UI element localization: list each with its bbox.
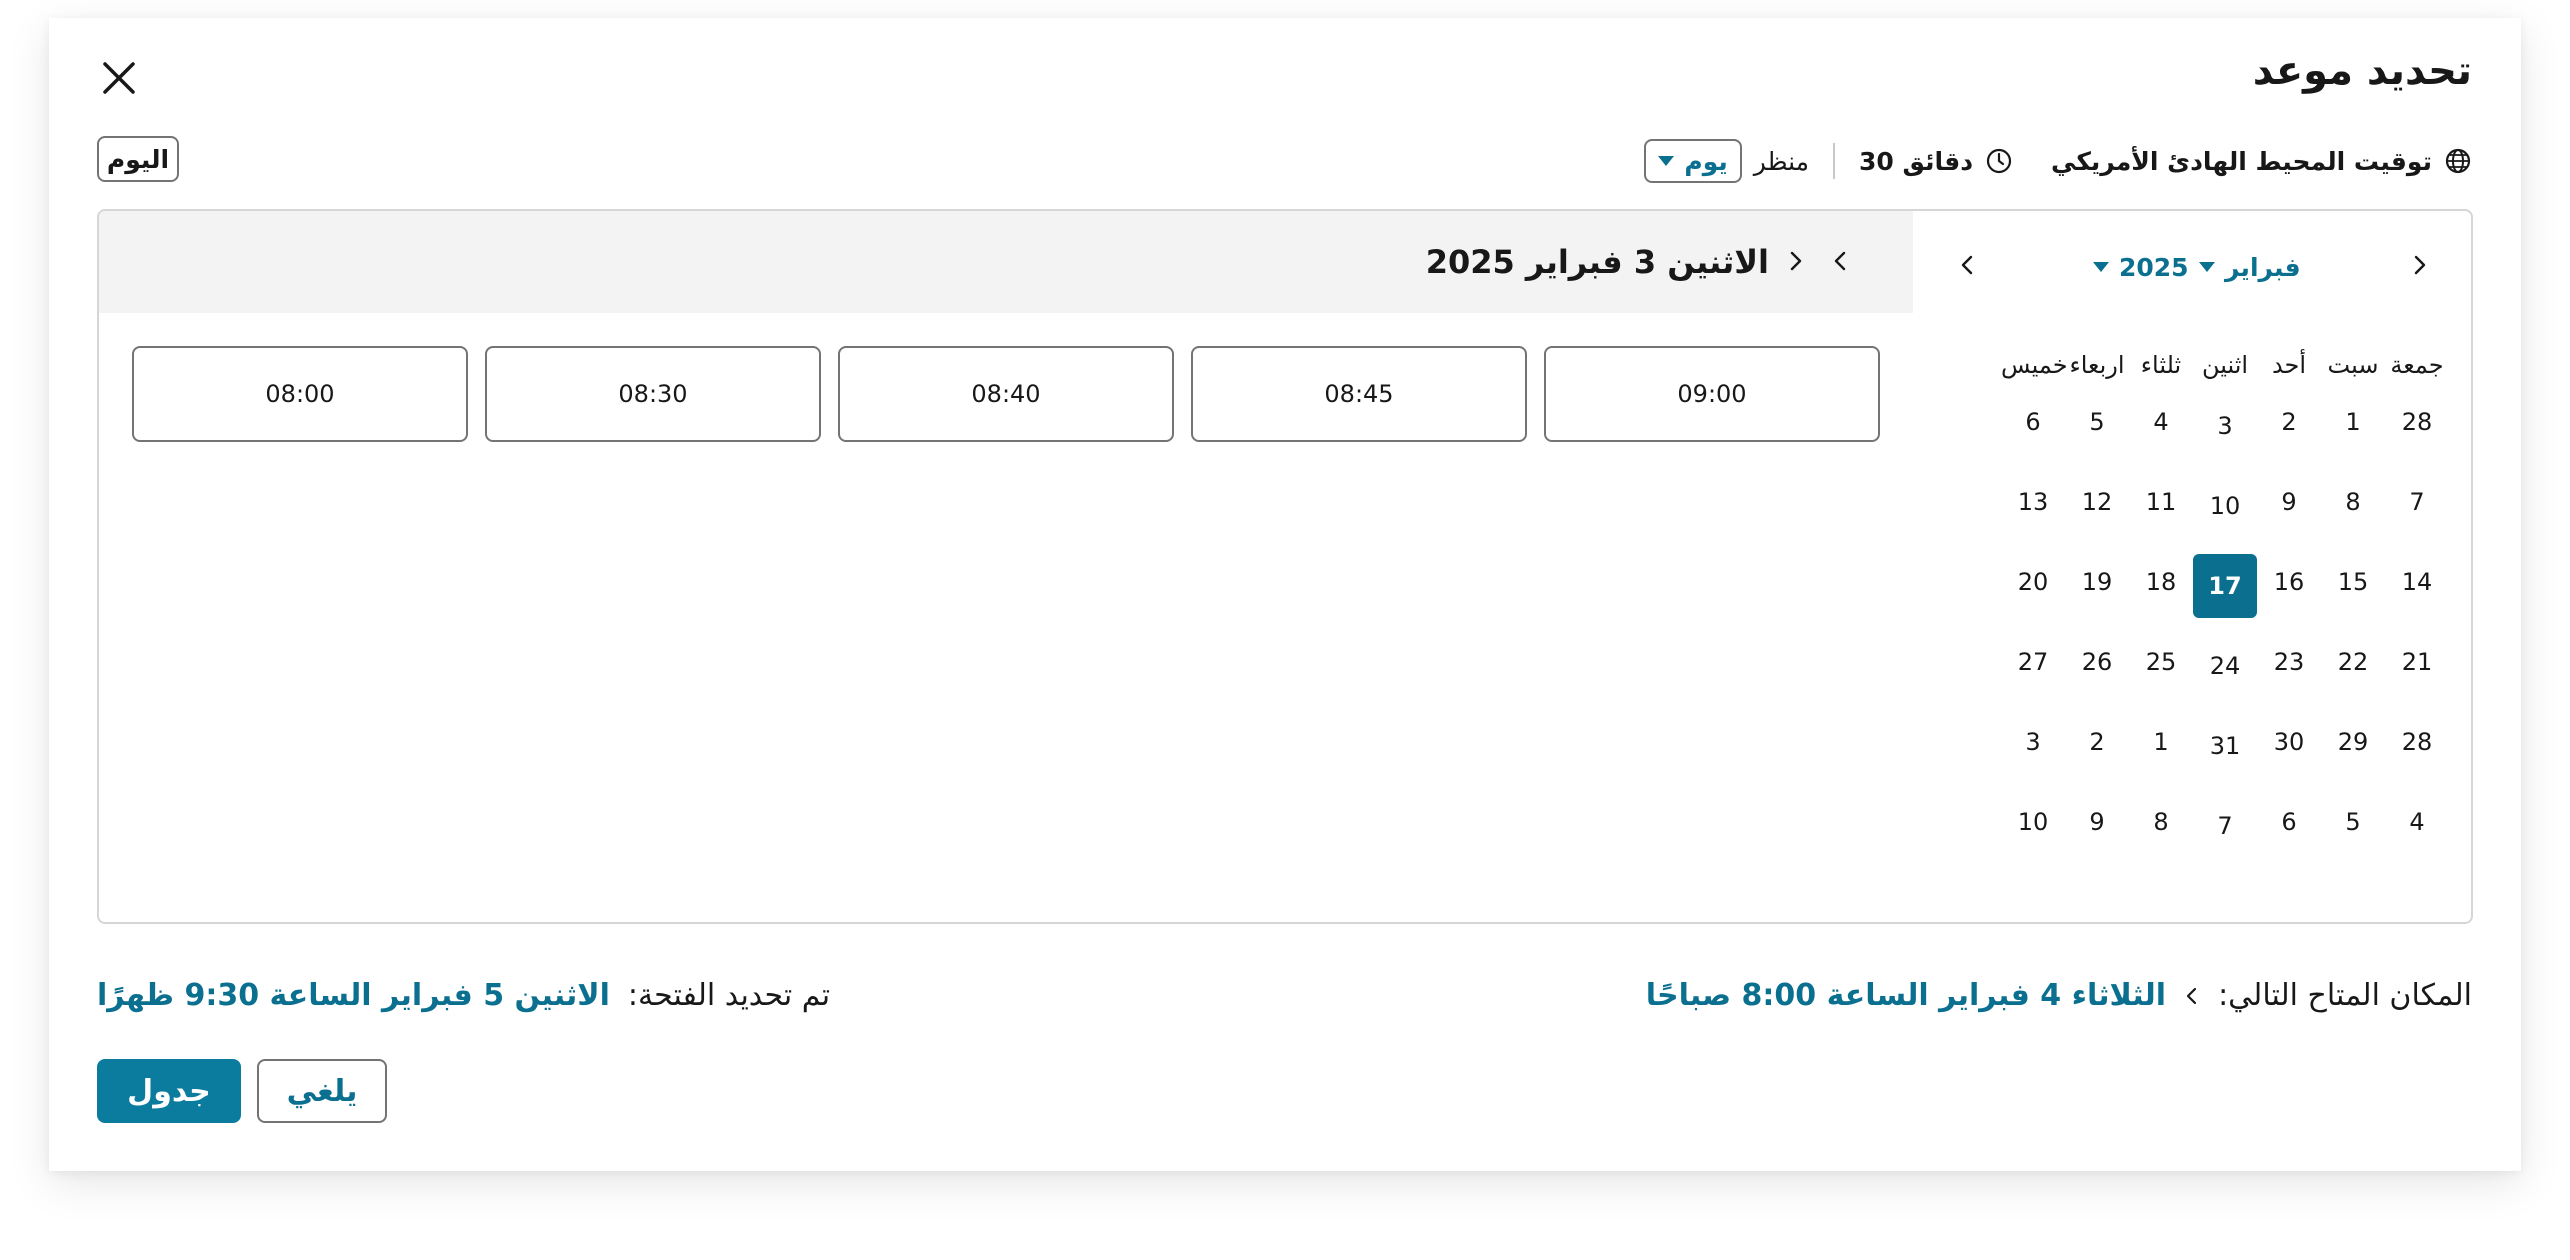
calendar-day[interactable]: 3 bbox=[2001, 710, 2065, 774]
calendar-day[interactable]: 6 bbox=[2257, 790, 2321, 854]
calendar-day[interactable]: 10 bbox=[2193, 474, 2257, 538]
calendar-day[interactable]: 21 bbox=[2385, 630, 2449, 694]
calendar-day[interactable]: 7 bbox=[2385, 470, 2449, 534]
calendar-day[interactable]: 27 bbox=[2001, 630, 2065, 694]
today-button[interactable]: اليوم bbox=[97, 136, 179, 182]
calendar-day[interactable]: 5 bbox=[2065, 390, 2129, 454]
calendar-day[interactable]: 16 bbox=[2257, 550, 2321, 614]
view-select-value: يوم bbox=[1684, 146, 1728, 176]
time-slot[interactable]: 08:45 bbox=[1191, 346, 1527, 442]
calendar-day[interactable]: 28 bbox=[2385, 390, 2449, 454]
caret-down-icon bbox=[2199, 262, 2215, 272]
calendar-day[interactable]: 3 bbox=[2193, 394, 2257, 458]
calendar-day[interactable]: 29 bbox=[2321, 710, 2385, 774]
calendar-day[interactable]: 7 bbox=[2193, 794, 2257, 858]
time-slot[interactable]: 08:30 bbox=[485, 346, 821, 442]
cancel-button[interactable]: يلغي bbox=[257, 1059, 387, 1123]
month-select-value: فبراير bbox=[2225, 252, 2301, 282]
calendar-day[interactable]: 20 bbox=[2001, 550, 2065, 614]
chevron-left-icon[interactable] bbox=[1827, 247, 1855, 275]
year-select[interactable]: 2025 bbox=[2093, 249, 2189, 285]
divider bbox=[1833, 143, 1836, 179]
calendar-day[interactable]: 23 bbox=[2257, 630, 2321, 694]
calendar-day[interactable]: 8 bbox=[2321, 470, 2385, 534]
duration-label: 30 دقائق bbox=[1859, 146, 1974, 176]
chevron-left-icon[interactable] bbox=[1954, 251, 1982, 279]
calendar-day[interactable]: 8 bbox=[2129, 790, 2193, 854]
next-available: :المكان المتاح التالي الثلاثاء 4 فبراير … bbox=[1646, 978, 2472, 1013]
weekday-label: جمعة bbox=[2390, 351, 2444, 379]
chevron-left-icon bbox=[2186, 987, 2197, 1004]
selected-slot-label: :تم تحديد الفتحة bbox=[627, 978, 831, 1013]
day-view-header: الاثنين 3 فبراير 2025 bbox=[99, 211, 1913, 313]
chevron-right-icon[interactable] bbox=[1781, 247, 1809, 275]
close-icon bbox=[103, 62, 135, 94]
weekday-label: اربعاء bbox=[2069, 351, 2125, 379]
calendar-day[interactable]: 9 bbox=[2257, 470, 2321, 534]
next-available-link[interactable]: الثلاثاء 4 فبراير الساعة 8:00 صباحًا bbox=[1646, 978, 2166, 1013]
day-view-title: الاثنين 3 فبراير 2025 bbox=[1425, 243, 1769, 281]
calendar-day[interactable]: 15 bbox=[2321, 550, 2385, 614]
weekday-label: أحد bbox=[2271, 351, 2307, 379]
calendar-day[interactable]: 11 bbox=[2129, 470, 2193, 534]
calendar-day[interactable]: 10 bbox=[2001, 790, 2065, 854]
calendar-day[interactable]: 6 bbox=[2001, 390, 2065, 454]
info-row: توقيت المحيط الهادئ الأمريكي 30 دقائق من… bbox=[1644, 139, 2472, 183]
calendar-day[interactable]: 31 bbox=[2193, 714, 2257, 778]
schedule-button[interactable]: جدول bbox=[97, 1059, 241, 1123]
next-available-label: :المكان المتاح التالي bbox=[2218, 978, 2472, 1013]
weekday-label: اثنين bbox=[2201, 351, 2249, 379]
calendar-day[interactable]: 25 bbox=[2129, 630, 2193, 694]
caret-down-icon bbox=[2093, 262, 2109, 272]
calendar-day[interactable]: 1 bbox=[2129, 710, 2193, 774]
calendar-day[interactable]: 26 bbox=[2065, 630, 2129, 694]
calendar-day[interactable]: 9 bbox=[2065, 790, 2129, 854]
calendar-day-selected[interactable]: 17 bbox=[2193, 554, 2257, 618]
calendar-day[interactable]: 28 bbox=[2385, 710, 2449, 774]
time-slot[interactable]: 09:00 bbox=[1544, 346, 1880, 442]
calendar-day[interactable]: 12 bbox=[2065, 470, 2129, 534]
calendar-day[interactable]: 1 bbox=[2321, 390, 2385, 454]
calendar-panel: الاثنين 3 فبراير 2025 09:00 08:45 08:40 … bbox=[97, 209, 2473, 924]
month-select[interactable]: فبراير bbox=[2199, 249, 2301, 285]
time-slot[interactable]: 08:40 bbox=[838, 346, 1174, 442]
timezone-label: توقيت المحيط الهادئ الأمريكي bbox=[2051, 146, 2432, 176]
weekday-label: ثلثاء bbox=[2140, 351, 2182, 379]
calendar-day[interactable]: 13 bbox=[2001, 470, 2065, 534]
globe-icon bbox=[2445, 148, 2471, 174]
selected-slot: :تم تحديد الفتحة الاثنين 5 فبراير الساعة… bbox=[97, 978, 830, 1013]
calendar-day[interactable]: 2 bbox=[2065, 710, 2129, 774]
close-button[interactable] bbox=[95, 54, 143, 102]
calendar-day[interactable]: 2 bbox=[2257, 390, 2321, 454]
calendar-day[interactable]: 18 bbox=[2129, 550, 2193, 614]
calendar-day[interactable]: 4 bbox=[2129, 390, 2193, 454]
dialog-title: تحديد موعد bbox=[2252, 48, 2472, 94]
view-label: منظر bbox=[1753, 146, 1810, 176]
time-slot[interactable]: 08:00 bbox=[132, 346, 468, 442]
calendar-day[interactable]: 30 bbox=[2257, 710, 2321, 774]
caret-down-icon bbox=[1658, 156, 1675, 166]
calendar-day[interactable]: 19 bbox=[2065, 550, 2129, 614]
calendar-day[interactable]: 4 bbox=[2385, 790, 2449, 854]
weekday-label: خميس bbox=[2001, 351, 2068, 379]
year-select-value: 2025 bbox=[2119, 252, 2189, 282]
clock-icon bbox=[1986, 148, 2012, 174]
calendar-day[interactable]: 24 bbox=[2193, 634, 2257, 698]
calendar-day[interactable]: 14 bbox=[2385, 550, 2449, 614]
selected-slot-value[interactable]: الاثنين 5 فبراير الساعة 9:30 ظهرًا bbox=[97, 978, 610, 1013]
chevron-right-icon[interactable] bbox=[2405, 251, 2433, 279]
calendar-day[interactable]: 5 bbox=[2321, 790, 2385, 854]
schedule-appointment-dialog: تحديد موعد توقيت المحيط الهادئ الأمريكي … bbox=[49, 18, 2521, 1171]
view-select[interactable]: يوم bbox=[1644, 139, 1742, 183]
calendar-day[interactable]: 22 bbox=[2321, 630, 2385, 694]
weekday-label: سبت bbox=[2327, 351, 2379, 379]
